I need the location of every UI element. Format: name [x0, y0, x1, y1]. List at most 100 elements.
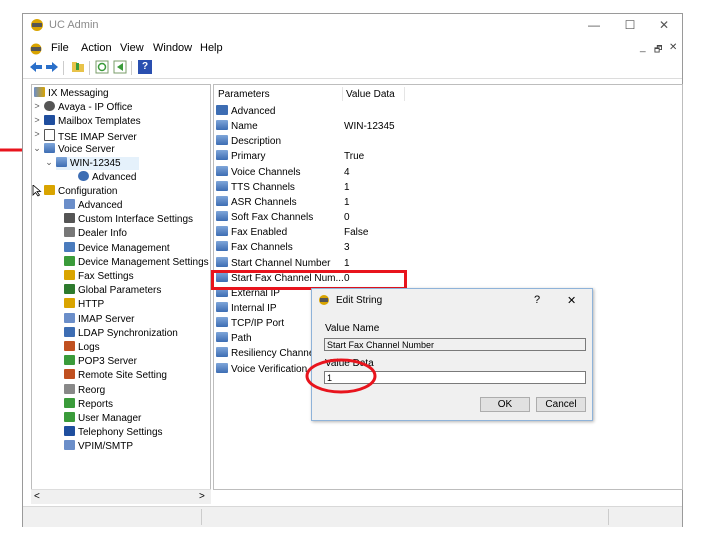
forward-arrow-icon[interactable]	[45, 60, 59, 74]
mdi-restore-button[interactable]: 🗗	[654, 42, 662, 58]
tree-item-label: User Manager	[78, 413, 142, 424]
column-header-value[interactable]: Value Data	[346, 89, 395, 100]
app-window: UC Admin — ☐ ✕ File Action View Window H…	[22, 13, 683, 527]
tree-item-config[interactable]: Remote Site Setting	[64, 369, 167, 382]
menu-view[interactable]: View	[120, 42, 144, 54]
tree-item-label: Device Management	[78, 242, 170, 254]
tree-item-config[interactable]: Device Management	[64, 241, 170, 255]
mmc-icon	[30, 43, 42, 55]
help-icon[interactable]: ?	[138, 60, 152, 74]
parameter-value: False	[344, 227, 369, 239]
close-button[interactable]: ✕	[651, 17, 677, 33]
tree-item-tse-imap[interactable]: TSE IMAP Server	[44, 129, 137, 143]
parameter-row[interactable]: Advanced	[216, 104, 366, 119]
menu-action[interactable]: Action	[81, 42, 112, 54]
tree-item-config[interactable]: Logs	[64, 341, 100, 354]
tree-horizontal-scrollbar[interactable]: < >	[31, 489, 211, 504]
expand-avaya-icon[interactable]: >	[32, 101, 42, 111]
parameter-row[interactable]: Description	[216, 134, 366, 149]
tree-item-config[interactable]: IMAP Server	[64, 312, 135, 326]
mdi-minimize-button[interactable]: _	[640, 42, 646, 53]
parameter-icon	[216, 211, 228, 222]
menu-file[interactable]: File	[51, 42, 69, 54]
collapse-voice-server-icon[interactable]: ⌄	[32, 143, 42, 154]
menu-bar: File Action View Window Help _ 🗗 ✕	[23, 39, 682, 58]
tree-item-label: Voice Server	[58, 144, 115, 155]
scroll-right-arrow[interactable]: >	[199, 491, 205, 502]
tree-item-win[interactable]: WIN-12345	[56, 157, 139, 170]
config-item-icon	[64, 397, 75, 408]
minimize-button[interactable]: —	[581, 17, 607, 33]
tree-root[interactable]: IX Messaging	[34, 87, 109, 100]
parameter-name: Start Channel Number	[231, 257, 331, 269]
scroll-left-arrow[interactable]: <	[34, 491, 40, 502]
parameter-icon	[216, 332, 228, 343]
cancel-button[interactable]: Cancel	[536, 397, 586, 412]
highlight-box	[211, 270, 407, 290]
tree-item-mailbox-templates[interactable]: Mailbox Templates	[44, 115, 141, 128]
parameter-value: 4	[344, 166, 350, 178]
config-item-icon	[64, 341, 75, 351]
menu-help[interactable]: Help	[200, 42, 223, 54]
tree-item-config[interactable]: POP3 Server	[64, 355, 137, 368]
window-title: UC Admin	[49, 19, 99, 31]
config-item-icon	[64, 270, 75, 280]
parameter-icon	[216, 120, 228, 131]
tree-item-config[interactable]: Device Management Settings	[64, 255, 209, 269]
tree-item-label: WIN-12345	[70, 158, 121, 169]
edit-string-dialog: Edit String ? ✕ Value Name Start Fax Cha…	[311, 288, 593, 421]
refresh-icon[interactable]	[95, 60, 109, 74]
status-bar	[23, 506, 682, 527]
tree-item-config[interactable]: Telephony Settings	[64, 426, 163, 439]
tree-item-configuration[interactable]: Configuration	[44, 185, 117, 198]
avaya-icon	[44, 101, 55, 111]
config-item-icon	[64, 383, 75, 394]
tree-item-config[interactable]: HTTP	[64, 298, 104, 311]
parameter-icon	[216, 347, 228, 358]
dialog-help-button[interactable]: ?	[534, 294, 540, 306]
parameter-name: Fax Enabled	[231, 227, 288, 239]
mdi-close-button[interactable]: ✕	[669, 42, 677, 53]
maximize-button[interactable]: ☐	[617, 17, 643, 33]
tree-item-label: POP3 Server	[78, 356, 137, 368]
tree-item-config[interactable]: User Manager	[64, 412, 141, 425]
dialog-close-button[interactable]: ✕	[567, 294, 576, 307]
column-header-parameters[interactable]: Parameters	[218, 89, 270, 100]
tree-item-config[interactable]: Fax Settings	[64, 270, 134, 283]
tree-pane: IX Messaging > Avaya - IP Office > Mailb…	[31, 84, 211, 490]
parameter-name: Soft Fax Channels	[231, 212, 314, 224]
back-arrow-icon[interactable]	[29, 60, 43, 74]
tree-item-config[interactable]: LDAP Synchronization	[64, 326, 178, 340]
tree-item-config[interactable]: Global Parameters	[64, 284, 161, 297]
parameter-icon	[216, 150, 228, 161]
tree-item-label: IMAP Server	[78, 313, 135, 325]
export-icon[interactable]	[113, 60, 127, 74]
tree-item-label: Configuration	[58, 186, 118, 197]
parameter-value: WIN-12345	[344, 121, 395, 133]
parameter-name: ASR Channels	[231, 196, 297, 208]
tree-item-avaya[interactable]: Avaya - IP Office	[44, 101, 132, 114]
tree-item-config[interactable]: Advanced	[64, 199, 122, 212]
tree-item-label: Advanced	[92, 172, 137, 183]
collapse-win-icon[interactable]: ⌄	[44, 157, 54, 168]
toolbar: ?	[23, 58, 682, 79]
parameter-value: 0	[344, 212, 350, 224]
expand-mailbox-icon[interactable]: >	[32, 115, 42, 125]
tree-item-config[interactable]: Dealer Info	[64, 227, 127, 240]
tree-item-config[interactable]: Reports	[64, 397, 113, 411]
menu-window[interactable]: Window	[153, 42, 192, 54]
tree-item-voice-server[interactable]: Voice Server	[44, 143, 115, 156]
expand-tse-icon[interactable]: >	[32, 129, 42, 139]
tree-item-config[interactable]: Custom Interface Settings	[64, 213, 193, 226]
tree-item-label: Advanced	[78, 200, 123, 211]
parameter-icon	[216, 301, 228, 312]
parameter-name: Advanced	[231, 106, 276, 117]
tree-item-config[interactable]: Reorg	[64, 383, 105, 397]
tree-item-config[interactable]: VPIM/SMTP	[64, 440, 133, 453]
tree-item-win-advanced[interactable]: Advanced	[78, 171, 136, 184]
mouse-cursor-icon	[32, 185, 42, 197]
folder-icon[interactable]	[71, 60, 85, 74]
ok-button[interactable]: OK	[480, 397, 530, 412]
config-item-icon	[64, 298, 75, 309]
advanced-icon	[78, 171, 89, 181]
